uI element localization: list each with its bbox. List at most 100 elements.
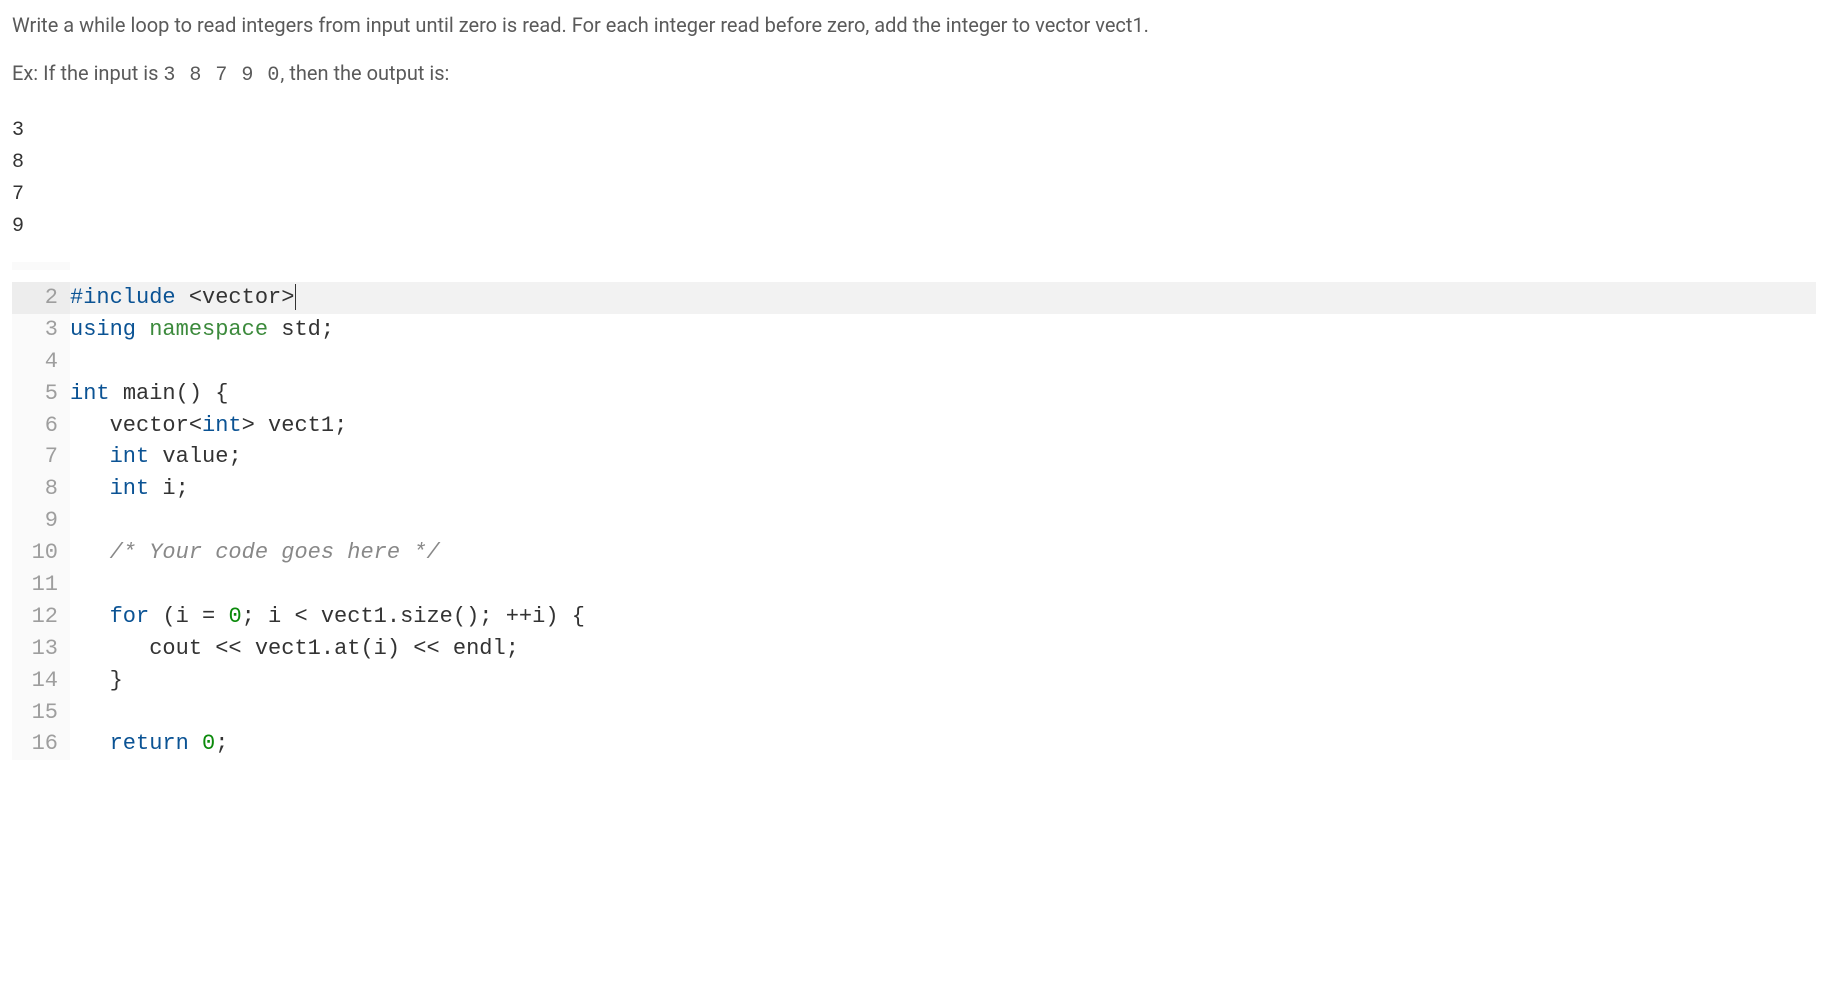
code-token: 0 — [202, 731, 215, 756]
code-editor[interactable]: 1#include <iostream>2#include <vector>3u… — [12, 261, 1816, 760]
code-content[interactable]: /* Your code goes here */ — [70, 537, 1816, 569]
code-content[interactable]: for (i = 0; i < vect1.size(); ++i) { — [70, 601, 1816, 633]
code-token: main — [123, 381, 176, 406]
output-line: 7 — [12, 179, 1816, 211]
code-line[interactable]: 11 — [12, 569, 1816, 601]
line-number: 8 — [12, 473, 70, 505]
code-content[interactable]: cout << vect1.at(i) << endl; — [70, 633, 1816, 665]
code-token: int — [70, 381, 110, 406]
code-token: <vector> — [189, 285, 295, 310]
code-content[interactable]: int value; — [70, 441, 1816, 473]
code-token: << — [202, 636, 255, 661]
line-number: 11 — [12, 569, 70, 601]
code-token: int — [110, 476, 150, 501]
code-line[interactable]: 16 return 0; — [12, 728, 1816, 760]
code-content[interactable]: return 0; — [70, 728, 1816, 760]
code-token: ; — [228, 444, 241, 469]
code-token: #include — [70, 262, 176, 266]
code-token — [176, 285, 189, 310]
code-content[interactable]: } — [70, 665, 1816, 697]
line-number: 6 — [12, 410, 70, 442]
code-token: ; — [506, 636, 519, 661]
code-token: i — [532, 604, 545, 629]
code-content[interactable]: #include <vector> — [70, 282, 1816, 314]
code-token: namespace — [149, 317, 268, 342]
code-line[interactable]: 8 int i; — [12, 473, 1816, 505]
example-suffix: , then the output is: — [280, 61, 449, 85]
output-line: 8 — [12, 147, 1816, 179]
line-number: 10 — [12, 537, 70, 569]
code-token — [149, 444, 162, 469]
code-line[interactable]: 7 int value; — [12, 441, 1816, 473]
code-token: int — [110, 444, 150, 469]
example-intro: Ex: If the input is 3 8 7 9 0, then the … — [12, 58, 1816, 91]
code-token: i — [162, 476, 175, 501]
code-token — [268, 317, 281, 342]
line-number: 14 — [12, 665, 70, 697]
code-line[interactable]: 12 for (i = 0; i < vect1.size(); ++i) { — [12, 601, 1816, 633]
code-token: cout — [149, 636, 202, 661]
code-content[interactable]: using namespace std; — [70, 314, 1816, 346]
code-token: size — [400, 604, 453, 629]
code-token: <iostream> — [189, 262, 321, 266]
code-token — [70, 636, 149, 661]
line-number: 3 — [12, 314, 70, 346]
code-content[interactable]: #include <iostream> — [70, 262, 1816, 270]
code-content[interactable] — [70, 346, 1816, 378]
code-token: () — [176, 381, 202, 406]
code-line[interactable]: 14 } — [12, 665, 1816, 697]
code-token: at — [334, 636, 360, 661]
example-input: 3 8 7 9 0 — [163, 64, 280, 87]
code-token: . — [387, 604, 400, 629]
code-token: vect1 — [255, 636, 321, 661]
code-line[interactable]: 6 vector<int> vect1; — [12, 410, 1816, 442]
code-line[interactable]: 13 cout << vect1.at(i) << endl; — [12, 633, 1816, 665]
line-number: 16 — [12, 728, 70, 760]
code-token: ; — [215, 731, 228, 756]
code-line[interactable]: 9 — [12, 505, 1816, 537]
code-content[interactable] — [70, 697, 1816, 729]
code-content[interactable]: int main() { — [70, 378, 1816, 410]
code-token — [255, 413, 268, 438]
code-line[interactable]: 10 /* Your code goes here */ — [12, 537, 1816, 569]
code-line[interactable]: 5int main() { — [12, 378, 1816, 410]
code-token — [176, 262, 189, 266]
code-token — [202, 381, 215, 406]
code-token: return — [110, 731, 189, 756]
example-prefix: Ex: If the input is — [12, 61, 163, 85]
code-token: i — [374, 636, 387, 661]
code-line[interactable]: 2#include <vector> — [12, 282, 1816, 314]
code-token — [70, 731, 110, 756]
line-number: 13 — [12, 633, 70, 665]
code-token: ; — [321, 317, 334, 342]
code-line[interactable]: 4 — [12, 346, 1816, 378]
code-token: ( — [149, 604, 175, 629]
code-token: vect1 — [321, 604, 387, 629]
code-token: ; — [176, 476, 189, 501]
code-token: for — [110, 604, 150, 629]
code-token: vector — [110, 413, 189, 438]
code-token: using — [70, 317, 136, 342]
line-number: 12 — [12, 601, 70, 633]
code-token: std — [281, 317, 321, 342]
line-number: 5 — [12, 378, 70, 410]
code-content[interactable] — [70, 505, 1816, 537]
code-line[interactable]: 3using namespace std; — [12, 314, 1816, 346]
code-token — [70, 604, 110, 629]
code-token — [70, 476, 110, 501]
code-line[interactable]: 15 — [12, 697, 1816, 729]
code-line[interactable]: 1#include <iostream> — [12, 262, 1816, 282]
code-content[interactable] — [70, 569, 1816, 601]
code-token — [70, 413, 110, 438]
code-token: /* Your code goes here */ — [110, 540, 440, 565]
code-token: } — [110, 668, 123, 693]
problem-instruction: Write a while loop to read integers from… — [12, 10, 1816, 40]
code-content[interactable]: int i; — [70, 473, 1816, 505]
code-token — [136, 317, 149, 342]
code-token: i — [268, 604, 281, 629]
code-token — [149, 476, 162, 501]
code-token: ) << — [387, 636, 453, 661]
code-token: ) { — [545, 604, 585, 629]
code-token: { — [215, 381, 228, 406]
code-content[interactable]: vector<int> vect1; — [70, 410, 1816, 442]
